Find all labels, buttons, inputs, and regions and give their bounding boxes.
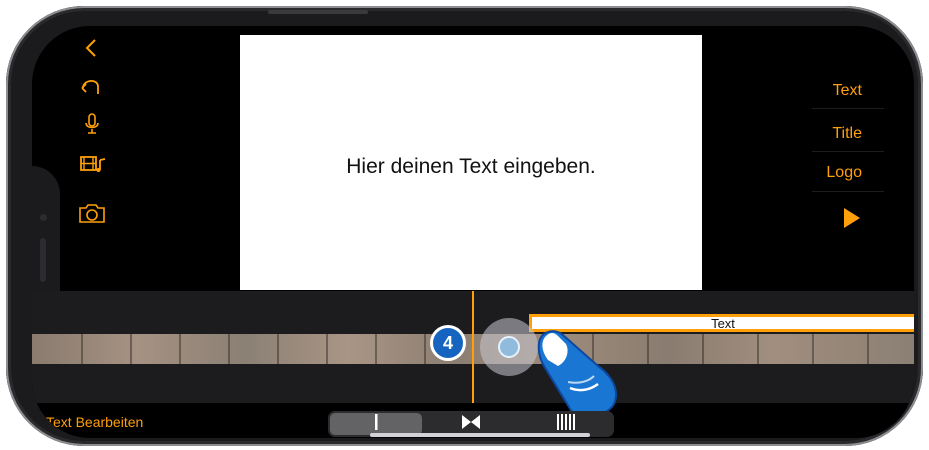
clip-frame-divider [702, 334, 704, 364]
menu-divider [812, 191, 884, 192]
title-start-icon [373, 413, 379, 435]
phone-side-button [268, 10, 368, 14]
segment-title-middle[interactable] [425, 413, 517, 435]
microphone-icon[interactable] [84, 113, 100, 135]
menu-divider [812, 108, 884, 109]
undo-icon[interactable] [80, 76, 104, 96]
clip-frame-divider [228, 334, 230, 364]
clip-frame-divider [277, 334, 279, 364]
finger-pointer-icon [532, 326, 624, 423]
playhead[interactable] [472, 291, 474, 403]
clip-frame-divider [424, 334, 426, 364]
front-camera [40, 214, 47, 221]
phone-frame: Hier deinen Text eingeben. Text Title Lo… [6, 6, 923, 446]
app-screen: Hier deinen Text eingeben. Text Title Lo… [32, 26, 914, 438]
touch-point [498, 336, 520, 358]
menu-item-title[interactable]: Title [832, 125, 862, 143]
clip-frame-divider [130, 334, 132, 364]
segment-title-end[interactable] [520, 413, 612, 435]
clip-frame-divider [81, 334, 83, 364]
title-end-icon [556, 413, 576, 435]
menu-item-text[interactable]: Text [833, 82, 862, 100]
play-icon[interactable] [844, 208, 860, 228]
clip-frame-divider [179, 334, 181, 364]
edit-text-label: Text Bearbeiten [46, 414, 144, 430]
clip-frame-divider [647, 334, 649, 364]
preview-title-text[interactable]: Hier deinen Text eingeben. [240, 155, 702, 179]
chevron-left-icon[interactable] [84, 38, 98, 58]
clip-frame-divider [812, 334, 814, 364]
clip-frame-divider [375, 334, 377, 364]
title-middle-icon [460, 414, 482, 435]
menu-divider [812, 151, 884, 152]
camera-icon[interactable] [78, 202, 106, 224]
speaker-slot [40, 238, 46, 282]
clip-frame-divider [326, 334, 328, 364]
clip-frame-divider [867, 334, 869, 364]
clip-frame-divider [757, 334, 759, 364]
step-number-badge: 4 [430, 325, 466, 361]
menu-item-logo[interactable]: Logo [826, 164, 862, 182]
segment-title-start[interactable] [330, 413, 422, 435]
video-preview[interactable]: Hier deinen Text eingeben. [240, 35, 702, 290]
home-indicator[interactable] [370, 433, 590, 437]
film-music-icon[interactable] [80, 154, 106, 174]
